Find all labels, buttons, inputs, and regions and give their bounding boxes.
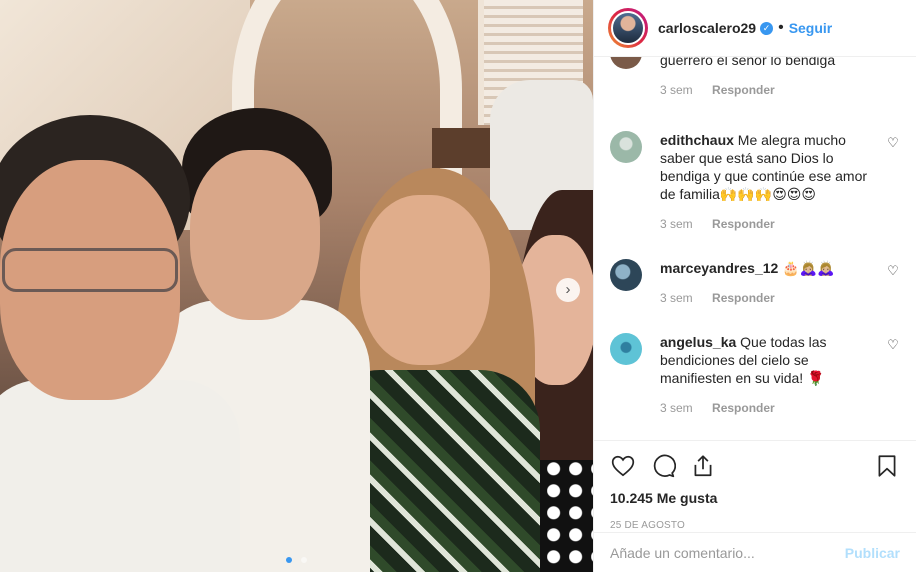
comment-body: edithchaux Me alegra mucho saber que est… (660, 131, 872, 203)
comment-body: marceyandres_12 🎂🙇🏼‍♀️🙇🏼‍♀️ (660, 259, 872, 277)
comment-avatar[interactable] (610, 131, 642, 163)
comment-meta: 3 sem Responder (660, 401, 900, 415)
share-icon[interactable] (690, 453, 716, 479)
comment-list[interactable]: guerrero el señor lo bendiga 3 sem Respo… (594, 57, 916, 439)
comment-meta: 3 sem Responder (660, 217, 900, 231)
comment-username[interactable]: angelus_ka (660, 334, 736, 350)
comment-avatar[interactable] (610, 333, 642, 365)
photo-person-1-glasses (2, 248, 178, 292)
comment-age: 3 sem (660, 83, 693, 97)
comment-text: guerrero el señor lo bendiga (660, 57, 836, 68)
comment-age: 3 sem (660, 401, 693, 415)
likes-count[interactable]: 10.245 Me gusta (610, 490, 900, 506)
comment-body: guerrero el señor lo bendiga (660, 57, 872, 69)
header-separator: • (778, 19, 784, 36)
comment-like-heart-icon[interactable]: ♡ (886, 338, 900, 352)
comment-avatar[interactable] (610, 57, 642, 69)
bookmark-icon[interactable] (874, 453, 900, 479)
post-date[interactable]: 25 DE AGOSTO (610, 520, 900, 531)
reply-button[interactable]: Responder (712, 291, 775, 305)
add-comment-bar: Publicar (594, 532, 916, 572)
author-username[interactable]: carloscalero29 (658, 20, 756, 36)
comment-input[interactable] (610, 544, 845, 561)
reply-button[interactable]: Responder (712, 217, 775, 231)
next-slide-chevron-icon[interactable]: › (556, 278, 580, 302)
comment-username[interactable]: edithchaux (660, 132, 734, 148)
author-avatar[interactable] (611, 11, 645, 45)
comment-meta: 3 sem Responder (660, 83, 900, 97)
photo-person-1-shirt (0, 380, 240, 572)
post-photo[interactable]: › (0, 0, 593, 572)
comment-avatar[interactable] (610, 259, 642, 291)
photo-person-2-face (190, 150, 320, 320)
reply-button[interactable]: Responder (712, 401, 775, 415)
carousel-dot-active (286, 557, 293, 563)
verified-badge-icon: ✓ (760, 21, 774, 35)
carousel-dot (300, 557, 307, 563)
comment-like-heart-icon[interactable]: ♡ (886, 136, 900, 150)
heart-icon[interactable] (610, 453, 636, 479)
post-side-panel: carloscalero29 ✓ • Seguir guerrero el se… (593, 0, 916, 572)
story-ring[interactable] (608, 8, 648, 48)
comment-age: 3 sem (660, 291, 693, 305)
action-bar (610, 453, 900, 479)
photo-person-3-face (360, 195, 490, 365)
post-actions: 10.245 Me gusta 25 DE AGOSTO (594, 440, 916, 531)
publish-button[interactable]: Publicar (845, 545, 900, 561)
comment-like-heart-icon[interactable]: ♡ (886, 264, 900, 278)
comment-icon[interactable] (650, 453, 676, 479)
comment-body: angelus_ka Que todas las bendiciones del… (660, 333, 872, 387)
comment-item: marceyandres_12 🎂🙇🏼‍♀️🙇🏼‍♀️ 3 sem Respon… (610, 259, 900, 305)
carousel-dots (0, 550, 593, 568)
comment-username[interactable]: marceyandres_12 (660, 260, 778, 276)
comment-age: 3 sem (660, 217, 693, 231)
comment-item: edithchaux Me alegra mucho saber que est… (610, 131, 900, 231)
comment-meta: 3 sem Responder (660, 291, 900, 305)
comment-text: 🎂🙇🏼‍♀️🙇🏼‍♀️ (782, 260, 835, 276)
post-header: carloscalero29 ✓ • Seguir (594, 0, 916, 57)
comment-item: guerrero el señor lo bendiga 3 sem Respo… (610, 57, 900, 97)
reply-button[interactable]: Responder (712, 83, 775, 97)
comment-item: angelus_ka Que todas las bendiciones del… (610, 333, 900, 415)
follow-button[interactable]: Seguir (789, 20, 833, 36)
